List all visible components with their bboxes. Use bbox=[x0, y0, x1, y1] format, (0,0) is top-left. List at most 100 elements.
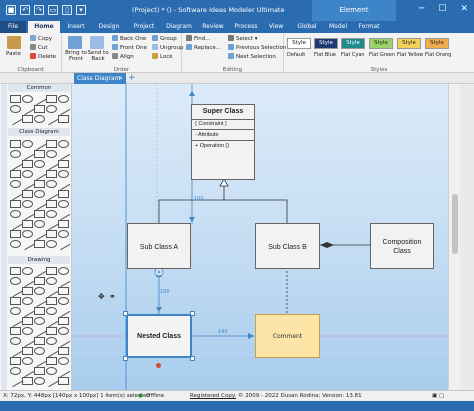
style-flat-green-swatch[interactable]: Style bbox=[369, 38, 393, 49]
toolbox-tool-icon[interactable] bbox=[46, 150, 57, 158]
toolbox-tool-icon[interactable] bbox=[56, 177, 71, 191]
dropdown-icon[interactable]: ▾ bbox=[76, 5, 86, 15]
toolbox-section-common[interactable]: Common bbox=[8, 84, 70, 92]
toolbox-tool-icon[interactable] bbox=[10, 180, 21, 188]
toolbox-tool-icon[interactable] bbox=[10, 267, 21, 275]
send-to-back-button[interactable]: Send to Back bbox=[87, 50, 109, 62]
link-icon[interactable]: ⚭ bbox=[109, 292, 116, 301]
style-flat-orange-swatch[interactable]: Style bbox=[425, 38, 449, 49]
toolbox-tool-icon[interactable] bbox=[44, 344, 59, 358]
toolbox-tool-icon[interactable] bbox=[10, 200, 21, 208]
toolbox-tool-icon[interactable] bbox=[32, 324, 47, 338]
toolbox-tool-icon[interactable] bbox=[46, 230, 57, 238]
comment-note[interactable]: Comment bbox=[255, 314, 320, 358]
style-flat-yellow-swatch[interactable]: Style bbox=[397, 38, 421, 49]
sub-class-b-node[interactable]: Sub Class B bbox=[255, 223, 320, 269]
toolbox-tool-icon[interactable] bbox=[34, 377, 45, 385]
toolbox-tool-icon[interactable] bbox=[10, 140, 21, 148]
toolbox-tool-icon[interactable] bbox=[32, 137, 47, 151]
toolbox-tool-icon[interactable] bbox=[34, 160, 45, 168]
move-icon[interactable]: ✥ bbox=[98, 292, 105, 301]
toolbox-tool-icon[interactable] bbox=[8, 344, 23, 358]
toolbox-tool-icon[interactable] bbox=[58, 95, 69, 103]
toolbox-tool-icon[interactable] bbox=[10, 367, 21, 375]
toolbox-tool-icon[interactable] bbox=[22, 327, 33, 335]
cut-button[interactable]: Cut bbox=[30, 44, 47, 51]
toolbox-tool-icon[interactable] bbox=[46, 200, 57, 208]
previous-selection-button[interactable]: Previous Selection bbox=[228, 44, 286, 51]
lock-button[interactable]: Lock bbox=[152, 53, 173, 60]
toolbox-tool-icon[interactable] bbox=[46, 307, 57, 315]
toolbox-tool-icon[interactable] bbox=[8, 284, 23, 298]
zoom-controls-icon[interactable]: ▣ ▢ bbox=[432, 393, 444, 399]
toolbox-tool-icon[interactable] bbox=[10, 210, 21, 218]
vertical-scrollbar[interactable] bbox=[448, 84, 460, 390]
toolbox-tool-icon[interactable] bbox=[58, 267, 69, 275]
toolbox-tool-icon[interactable] bbox=[46, 240, 57, 248]
toolbox-tool-icon[interactable] bbox=[34, 367, 45, 375]
toolbox-tool-icon[interactable] bbox=[22, 190, 33, 198]
toolbox-tool-icon[interactable] bbox=[8, 187, 23, 201]
toolbox-tool-icon[interactable] bbox=[8, 112, 23, 126]
resize-handle[interactable] bbox=[123, 356, 128, 361]
paste-button[interactable]: Paste bbox=[6, 51, 21, 57]
toolbox-tool-icon[interactable] bbox=[44, 157, 59, 171]
style-flat-blue-swatch[interactable]: Style bbox=[314, 38, 338, 49]
toolbox-tool-icon[interactable] bbox=[46, 170, 57, 178]
save-icon[interactable]: ■ bbox=[6, 5, 16, 15]
find-button[interactable]: Find... bbox=[186, 35, 211, 42]
tab-view[interactable]: View bbox=[264, 21, 288, 33]
toolbox-tool-icon[interactable] bbox=[58, 317, 69, 325]
toolbox-tool-icon[interactable] bbox=[56, 304, 71, 318]
toolbox-tool-icon[interactable] bbox=[46, 367, 57, 375]
toolbox-tool-icon[interactable] bbox=[22, 357, 33, 365]
minimize-button[interactable]: ─ bbox=[419, 4, 424, 14]
close-button[interactable]: ✕ bbox=[460, 4, 468, 14]
toolbox-tool-icon[interactable] bbox=[32, 92, 47, 106]
align-button[interactable]: Align bbox=[112, 53, 134, 60]
toolbox-tool-icon[interactable] bbox=[56, 364, 71, 378]
toolbox-tool-icon[interactable] bbox=[22, 115, 33, 123]
super-class-node[interactable]: Super Class { Constraint } - Attribute +… bbox=[191, 104, 255, 180]
toolbox-tool-icon[interactable] bbox=[22, 267, 33, 275]
front-one-button[interactable]: Front One bbox=[112, 44, 147, 51]
toolbox-tool-icon[interactable] bbox=[22, 200, 33, 208]
tab-model[interactable]: Model bbox=[324, 21, 352, 33]
maximize-button[interactable]: ☐ bbox=[438, 4, 446, 14]
tab-home[interactable]: Home bbox=[28, 21, 60, 33]
tab-project[interactable]: Project bbox=[128, 21, 160, 33]
toolbox-tool-icon[interactable] bbox=[46, 297, 57, 305]
toolbox-tool-icon[interactable] bbox=[44, 374, 59, 388]
toolbox-tool-icon[interactable] bbox=[34, 347, 45, 355]
folder-icon[interactable]: ▭ bbox=[48, 5, 58, 15]
toolbox-tool-icon[interactable] bbox=[32, 197, 47, 211]
toolbox-tool-icon[interactable] bbox=[32, 167, 47, 181]
toolbox-tool-icon[interactable] bbox=[58, 287, 69, 295]
toolbox-tool-icon[interactable] bbox=[44, 112, 59, 126]
toolbox-tool-icon[interactable] bbox=[10, 230, 21, 238]
redo-icon[interactable]: ↷ bbox=[34, 5, 44, 15]
toolbox-tool-icon[interactable] bbox=[32, 354, 47, 368]
toolbox-tool-icon[interactable] bbox=[22, 347, 33, 355]
toolbox-tool-icon[interactable] bbox=[56, 334, 71, 348]
toolbox-tool-icon[interactable] bbox=[58, 357, 69, 365]
toolbox-tool-icon[interactable] bbox=[32, 294, 47, 308]
toolbox-tool-icon[interactable] bbox=[20, 304, 35, 318]
toolbox-tool-icon[interactable] bbox=[46, 180, 57, 188]
toolbox-tool-icon[interactable] bbox=[58, 347, 69, 355]
toolbox-tool-icon[interactable] bbox=[34, 105, 45, 113]
toolbox-tool-icon[interactable] bbox=[10, 240, 21, 248]
toolbox-tool-icon[interactable] bbox=[22, 220, 33, 228]
toolbox-tool-icon[interactable] bbox=[22, 140, 33, 148]
toolbox-tool-icon[interactable] bbox=[34, 317, 45, 325]
toolbox-tool-icon[interactable] bbox=[20, 147, 35, 161]
bring-to-front-button[interactable]: Bring to Front bbox=[65, 50, 87, 62]
ungroup-button[interactable]: Ungroup bbox=[152, 44, 184, 51]
toolbox-tool-icon[interactable] bbox=[34, 190, 45, 198]
toolbox-tool-icon[interactable] bbox=[20, 364, 35, 378]
toolbox-tool-icon[interactable] bbox=[10, 95, 21, 103]
toolbox-tool-icon[interactable] bbox=[8, 217, 23, 231]
toolbox-tool-icon[interactable] bbox=[58, 115, 69, 123]
toolbox-tool-icon[interactable] bbox=[20, 177, 35, 191]
toolbox-tool-icon[interactable] bbox=[34, 220, 45, 228]
